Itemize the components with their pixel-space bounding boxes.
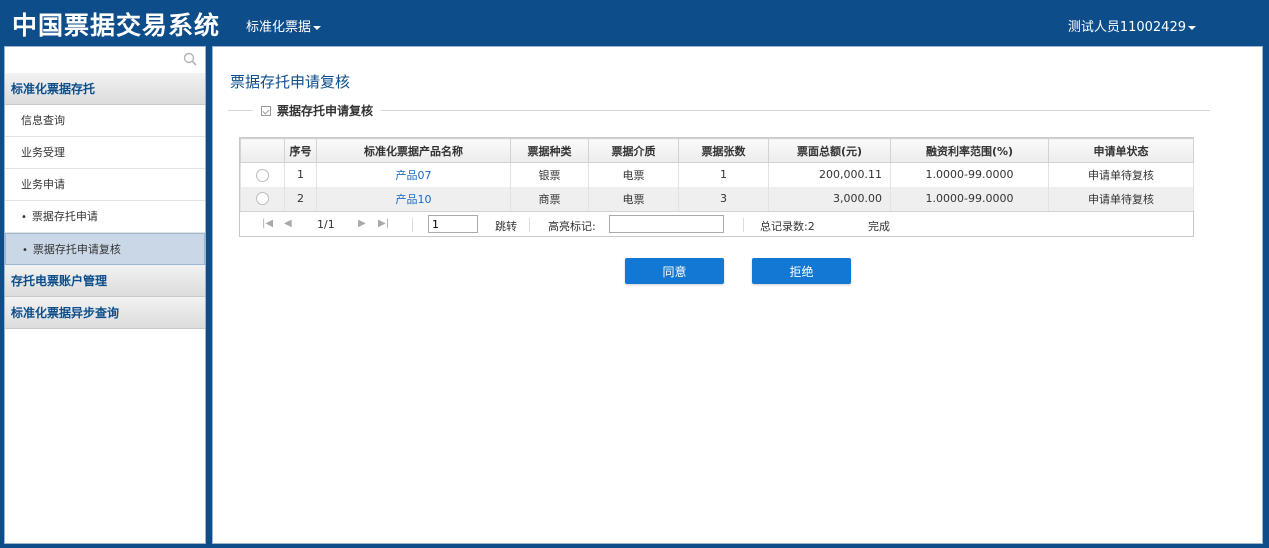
product-link[interactable]: 产品10 bbox=[316, 186, 511, 211]
sidebar-search-input[interactable] bbox=[5, 47, 205, 73]
user-menu-label: 测试人员11002429 bbox=[1067, 20, 1186, 35]
data-table: 序号 标准化票据产品名称 票据种类 票据介质 票据张数 票面总额(元) 融资利率… bbox=[240, 138, 1194, 211]
caret-down-icon bbox=[1188, 25, 1196, 30]
section-title: 票据存托申请复核 bbox=[277, 104, 374, 118]
column-header-select bbox=[240, 138, 285, 163]
table-header-row: 序号 标准化票据产品名称 票据种类 票据介质 票据张数 票面总额(元) 融资利率… bbox=[240, 138, 1194, 163]
user-menu[interactable]: 测试人员11002429 bbox=[1068, 16, 1196, 35]
top-bar: 中国票据交易系统 标准化票据 测试人员11002429 bbox=[0, 0, 1269, 46]
bullet-icon: • bbox=[22, 245, 28, 256]
column-header-seq[interactable]: 序号 bbox=[284, 138, 317, 163]
sidebar-item-info-query[interactable]: 信息查询 bbox=[5, 105, 205, 137]
product-link[interactable]: 产品07 bbox=[316, 162, 511, 187]
load-status: 完成 bbox=[868, 220, 890, 233]
column-header-amount[interactable]: 票面总额(元) bbox=[768, 138, 891, 163]
column-header-count[interactable]: 票据张数 bbox=[678, 138, 769, 163]
row-radio[interactable] bbox=[256, 168, 269, 182]
sidebar-subitem-label: 票据存托申请复核 bbox=[32, 243, 121, 256]
count-cell: 3 bbox=[678, 186, 769, 211]
amount-cell: 200,000.11 bbox=[768, 162, 891, 187]
module-menu-label: 标准化票据 bbox=[246, 20, 312, 35]
pagination-bar: |◀ ◀ 1/1 ▶ ▶| 跳转 高亮标记: 总记录数:2 完成 bbox=[240, 211, 1193, 236]
sidebar: 标准化票据存托 信息查询 业务受理 业务申请 • 票据存托申请 • 票据存托申请复核… bbox=[4, 46, 206, 544]
amount-cell: 3,000.00 bbox=[768, 186, 891, 211]
app-title: 中国票据交易系统 bbox=[12, 11, 221, 40]
seq-cell: 1 bbox=[284, 162, 317, 187]
sidebar-item-business-acceptance[interactable]: 业务受理 bbox=[5, 137, 205, 169]
column-header-status[interactable]: 申请单状态 bbox=[1048, 138, 1194, 163]
table-row[interactable]: 1 产品07 银票 电票 1 200,000.11 1.0000-99.0000… bbox=[240, 162, 1194, 187]
status-cell: 申请单待复核 bbox=[1048, 162, 1194, 187]
section-header[interactable]: 票据存托申请复核 bbox=[253, 102, 382, 119]
sidebar-subitem-custody-review[interactable]: • 票据存托申请复核 bbox=[5, 233, 205, 265]
column-header-type[interactable]: 票据种类 bbox=[510, 138, 589, 163]
next-page-icon[interactable]: ▶ bbox=[358, 218, 366, 229]
pager-divider bbox=[743, 218, 744, 232]
column-header-rate[interactable]: 融资利率范围(%) bbox=[890, 138, 1049, 163]
page-info: 1/1 bbox=[317, 218, 335, 231]
total-records: 总记录数:2 bbox=[760, 220, 815, 233]
column-header-product[interactable]: 标准化票据产品名称 bbox=[316, 138, 511, 163]
highlight-label: 高亮标记: bbox=[548, 220, 596, 233]
status-cell: 申请单待复核 bbox=[1048, 186, 1194, 211]
main-panel: 票据存托申请复核 票据存托申请复核 序号 标准化票据产品名称 票据种类 票据介质… bbox=[212, 46, 1263, 544]
reject-button[interactable]: 拒绝 bbox=[752, 258, 851, 284]
highlight-input[interactable] bbox=[609, 215, 724, 233]
sidebar-group-bill-custody[interactable]: 标准化票据存托 bbox=[5, 73, 205, 105]
sidebar-item-business-application[interactable]: 业务申请 bbox=[5, 169, 205, 201]
sidebar-group-custody-account[interactable]: 存托电票账户管理 bbox=[5, 265, 205, 297]
goto-page-button[interactable]: 跳转 bbox=[495, 218, 517, 234]
pager-divider bbox=[412, 218, 413, 232]
table-row[interactable]: 2 产品10 商票 电票 3 3,000.00 1.0000-99.0000 申… bbox=[240, 186, 1194, 211]
row-select-cell bbox=[240, 162, 285, 187]
rate-cell: 1.0000-99.0000 bbox=[890, 162, 1049, 187]
type-cell: 银票 bbox=[510, 162, 589, 187]
page-number-input[interactable] bbox=[428, 215, 478, 233]
column-header-medium[interactable]: 票据介质 bbox=[588, 138, 679, 163]
type-cell: 商票 bbox=[510, 186, 589, 211]
sidebar-subitem-custody-application[interactable]: • 票据存托申请 bbox=[5, 201, 205, 233]
collapse-check-icon bbox=[261, 106, 271, 116]
page-title: 票据存托申请复核 bbox=[230, 73, 351, 91]
data-grid: 序号 标准化票据产品名称 票据种类 票据介质 票据张数 票面总额(元) 融资利率… bbox=[239, 137, 1194, 237]
sidebar-search bbox=[5, 47, 205, 73]
medium-cell: 电票 bbox=[588, 186, 679, 211]
count-cell: 1 bbox=[678, 162, 769, 187]
module-menu[interactable]: 标准化票据 bbox=[246, 16, 322, 35]
agree-button[interactable]: 同意 bbox=[625, 258, 724, 284]
rate-cell: 1.0000-99.0000 bbox=[890, 186, 1049, 211]
prev-page-icon[interactable]: ◀ bbox=[284, 218, 292, 229]
search-icon[interactable] bbox=[183, 52, 197, 66]
first-page-icon[interactable]: |◀ bbox=[262, 218, 273, 229]
sidebar-subitem-label: 票据存托申请 bbox=[31, 210, 98, 223]
bullet-icon: • bbox=[21, 212, 27, 223]
row-select-cell bbox=[240, 186, 285, 211]
seq-cell: 2 bbox=[284, 186, 317, 211]
sidebar-group-async-query[interactable]: 标准化票据异步查询 bbox=[5, 297, 205, 329]
last-page-icon[interactable]: ▶| bbox=[378, 218, 389, 229]
medium-cell: 电票 bbox=[588, 162, 679, 187]
caret-down-icon bbox=[313, 25, 322, 30]
row-radio[interactable] bbox=[256, 192, 269, 206]
pager-divider bbox=[529, 218, 530, 232]
